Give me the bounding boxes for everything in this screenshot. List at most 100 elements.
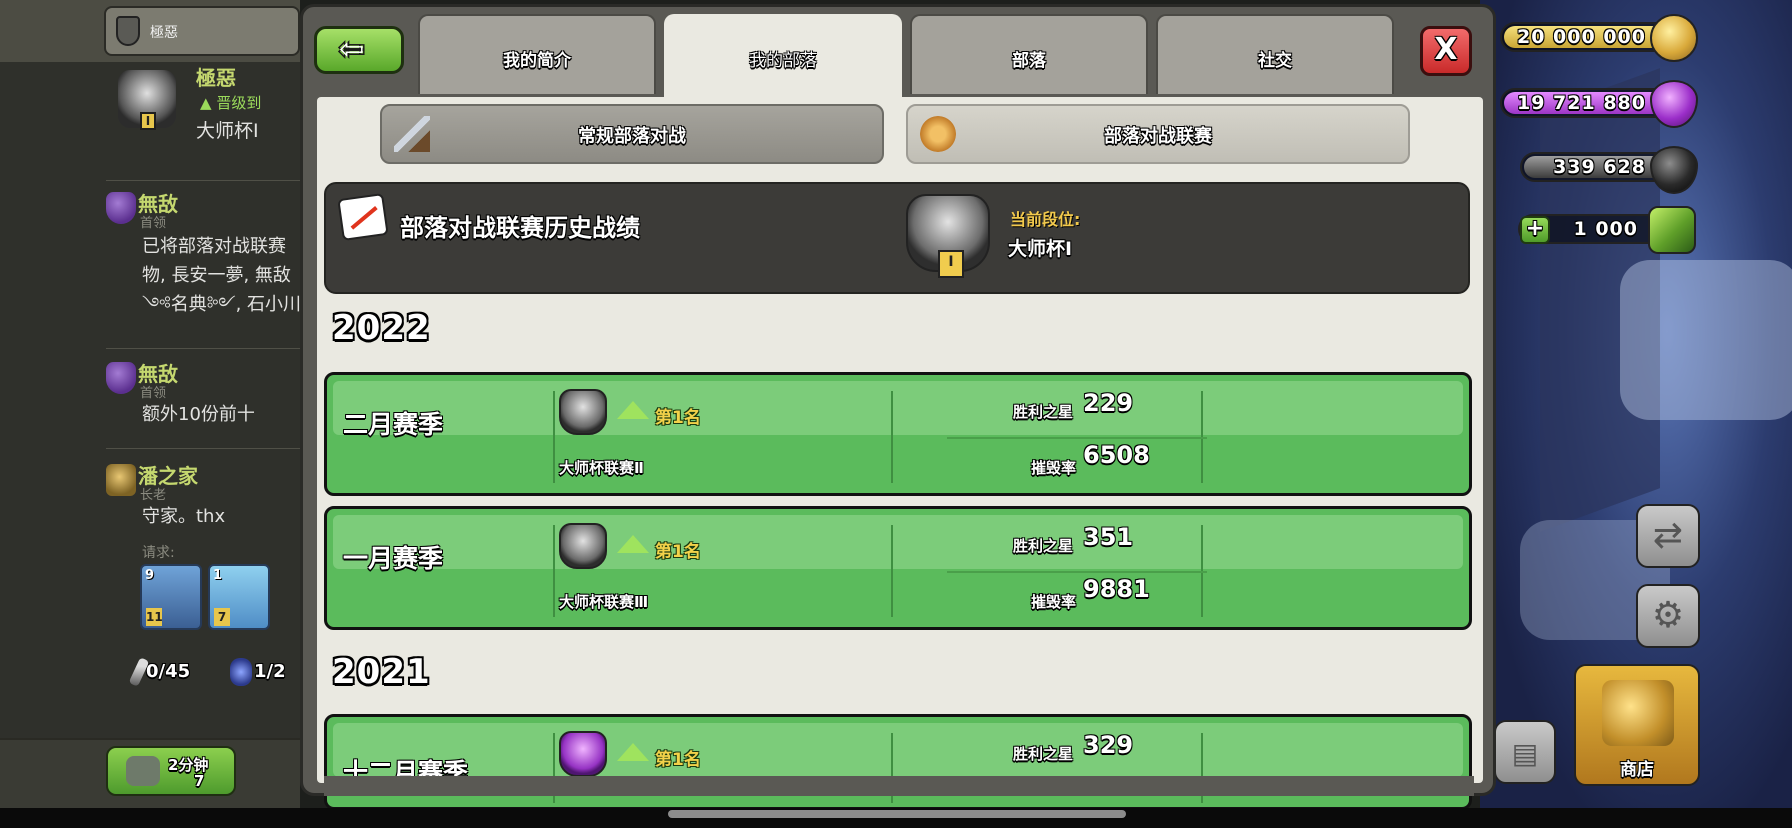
league-gold-icon [106, 464, 136, 496]
promotion-label: 晋级到 [216, 94, 262, 112]
settings-button[interactable]: ⚙ [1636, 584, 1700, 648]
back-arrow-icon: ⇦ [339, 32, 365, 67]
elixir-amount: 19 721 880 [1517, 92, 1646, 114]
chat-message-line: 额外10份前十 [142, 404, 255, 425]
league-crystal-icon [559, 731, 607, 777]
requests-label: 请求: [142, 545, 175, 561]
request-card-count: 11 [146, 608, 163, 626]
chat-header: 極惡 [0, 0, 300, 62]
promotion-arrow-icon [617, 401, 649, 419]
year-heading: 2022 [332, 308, 431, 348]
clan-chat-panel: 極惡 I 極惡 ▲ 晋级到 大师杯Ⅰ 無敌 首领 已将部落对战联赛 物, 長安一… [0, 0, 301, 828]
chat-user-role: 首领 [140, 386, 167, 401]
stats-divider [947, 437, 1207, 439]
shop-button[interactable]: 商店 [1574, 664, 1700, 786]
season-league: 大师杯联赛Ⅲ [559, 593, 649, 611]
tab-my-profile[interactable]: 我的简介 [418, 14, 656, 94]
request-card-siege[interactable]: 1 7 [208, 564, 270, 630]
close-button[interactable]: X [1420, 26, 1472, 76]
stars-value: 329 [1083, 731, 1134, 759]
promotion-text: ▲ 晋级到 [200, 94, 262, 112]
stats-divider [947, 571, 1207, 573]
destruction-label: 摧毁率 [1031, 459, 1077, 477]
league-crystal-icon [106, 362, 136, 394]
layout-editor-button[interactable]: ▤ [1494, 720, 1556, 784]
dark-elixir-amount: 339 628 [1553, 156, 1646, 178]
season-league: 大师杯联赛Ⅱ [559, 459, 644, 477]
clan-badge-icon [116, 16, 140, 46]
chat-message-line: 物, 長安一夢, 無敌 [142, 265, 291, 286]
current-league-value: 大师杯Ⅰ [1008, 238, 1073, 260]
tab-clans[interactable]: 部落 [910, 14, 1148, 94]
layout-icon: ▤ [1511, 737, 1539, 770]
regular-war-label: 常规部落对战 [578, 126, 686, 147]
promotion-arrow-icon [617, 535, 649, 553]
year-heading: 2021 [332, 652, 431, 692]
stars-label: 胜利之星 [1013, 745, 1074, 763]
donated-troops-value: 0/45 [146, 661, 191, 682]
column-separator [553, 525, 555, 617]
home-indicator-strip [0, 808, 1792, 828]
tab-label: 我的简介 [503, 51, 571, 71]
home-indicator[interactable] [668, 810, 1126, 818]
season-name: 二月赛季 [343, 410, 444, 439]
league-crystal-icon [106, 192, 136, 224]
chat-username[interactable]: 極惡 [196, 62, 236, 91]
troop-icon [126, 756, 160, 786]
gems-amount: 1 000 [1573, 218, 1638, 240]
regular-war-button[interactable]: 常规部落对战 [380, 104, 884, 164]
promotion-arrow-icon [617, 743, 649, 761]
chat-divider [106, 180, 300, 181]
chat-clan-name: 極惡 [150, 25, 178, 41]
potion-icon [230, 658, 252, 686]
tab-my-clan[interactable]: 我的部落 [664, 14, 902, 98]
season-row-band [333, 515, 1463, 569]
chat-clan-tab[interactable]: 極惡 [104, 6, 300, 56]
destruction-value: 9881 [1083, 575, 1150, 603]
stars-label: 胜利之星 [1013, 537, 1074, 555]
season-row[interactable]: 一月赛季 第1名 大师杯联赛Ⅲ 胜利之星 351 摧毁率 9881 [324, 506, 1472, 630]
gold-coin-icon [1650, 14, 1698, 62]
request-card-hog-rider[interactable]: 9 11 [140, 564, 202, 630]
tab-social[interactable]: 社交 [1156, 14, 1394, 94]
request-card-count: 7 [214, 608, 230, 626]
trader-button[interactable]: ⇄ [1636, 504, 1700, 568]
current-league-label: 当前段位: [1010, 210, 1081, 229]
season-rank: 第1名 [655, 408, 701, 428]
close-icon: X [1434, 32, 1458, 67]
league-level-badge: I [140, 112, 156, 130]
request-card-level: 1 [213, 568, 223, 583]
chat-divider [106, 448, 300, 449]
tab-label: 社交 [1258, 51, 1292, 71]
column-separator [553, 391, 555, 483]
gold-amount: 20 000 000 [1517, 26, 1646, 48]
destruction-label: 摧毁率 [1031, 593, 1077, 611]
stars-value: 351 [1083, 523, 1134, 551]
chat-user-role: 长老 [140, 488, 167, 503]
buy-gems-button[interactable]: + [1520, 216, 1550, 244]
season-row[interactable]: 二月赛季 第1名 大师杯联赛Ⅱ 胜利之星 229 摧毁率 6508 [324, 372, 1472, 496]
chat-user-role: 首领 [140, 216, 167, 231]
promotion-league: 大师杯Ⅰ [196, 120, 259, 142]
chat-divider [106, 348, 300, 349]
league-helmet-icon [906, 194, 990, 278]
league-helmet-icon [559, 389, 607, 435]
tab-label: 我的部落 [749, 51, 817, 71]
clan-war-league-label: 部落对战联赛 [1104, 126, 1212, 147]
shop-label: 商店 [1620, 760, 1654, 780]
column-separator [891, 391, 893, 483]
donated-spells-value: 1/2 [254, 661, 286, 682]
clan-war-league-button[interactable]: 部落对战联赛 [906, 104, 1410, 164]
chat-message-line: 已将部落对战联赛 [142, 236, 286, 257]
train-troops-button[interactable]: 2分钟 7 [106, 746, 236, 796]
gem-icon [1648, 206, 1696, 254]
cwl-history-title: 部落对战联赛历史战绩 [400, 214, 640, 242]
season-rank: 第1名 [655, 542, 701, 562]
season-rank: 第1名 [655, 750, 701, 770]
modal-bottom-frame [324, 776, 1474, 796]
stars-label: 胜利之星 [1013, 403, 1074, 421]
back-button[interactable]: ⇦ [314, 26, 404, 74]
village-snow [1620, 260, 1792, 420]
shop-hammer-icon [1602, 680, 1674, 746]
donated-spells-counter: 1/2 [230, 658, 286, 686]
